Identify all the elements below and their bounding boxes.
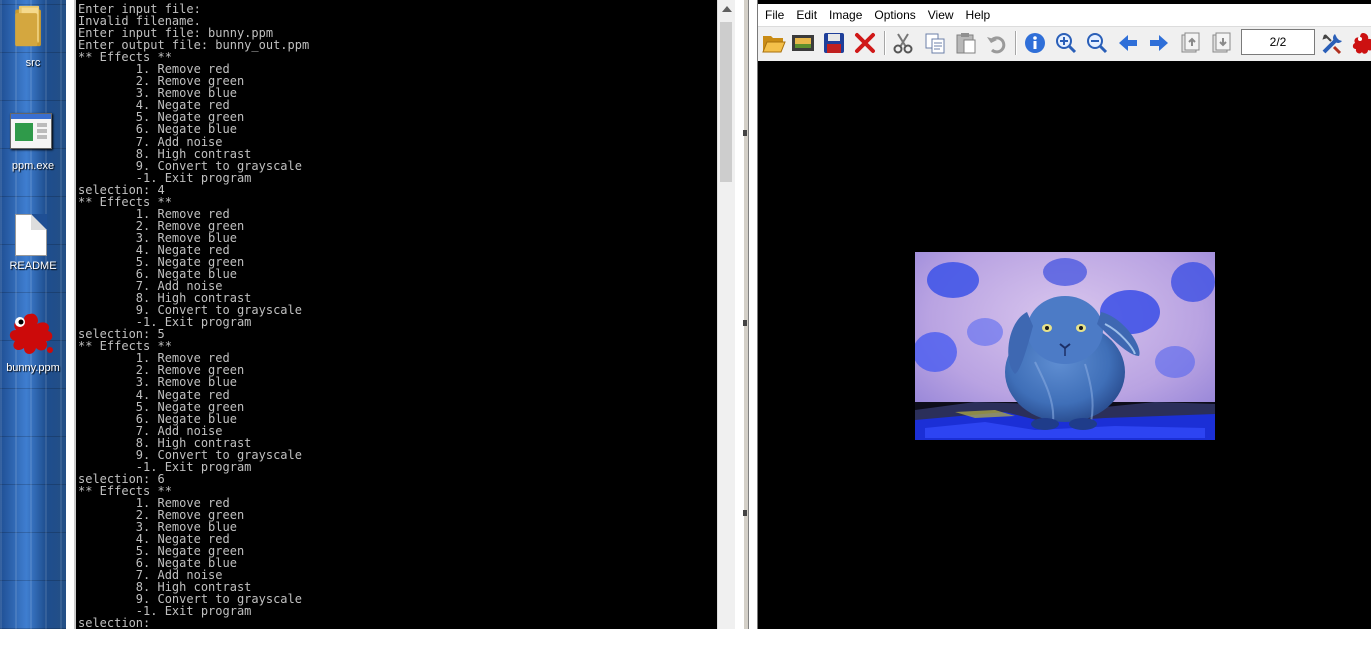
scrollbar-thumb[interactable] [720, 22, 732, 182]
menu-file[interactable]: File [758, 4, 790, 26]
copy-icon [925, 33, 945, 54]
open-folder-icon [762, 36, 786, 53]
delete-icon [855, 33, 875, 53]
paint-splat-icon [9, 313, 53, 354]
previous-arrow-icon [1119, 35, 1137, 51]
image-canvas[interactable] [758, 61, 1371, 629]
zoom-in-button[interactable] [1053, 30, 1079, 56]
page-indicator[interactable]: 2/2 [1241, 29, 1315, 55]
open-button[interactable] [761, 30, 787, 56]
desktop-icon-label: src [25, 57, 41, 69]
console-scrollbar[interactable] [717, 0, 735, 629]
application-icon [10, 113, 52, 149]
toolbar-separator [1015, 31, 1017, 55]
next-button[interactable] [1146, 30, 1172, 56]
console-window[interactable]: Enter input file: Invalid filename. Ente… [74, 0, 719, 629]
desktop-icon-label: README [9, 260, 57, 272]
toolbar: 2/2 [758, 26, 1371, 62]
window-divider [735, 0, 757, 629]
zoom-in-icon [1056, 33, 1077, 54]
menu-view[interactable]: View [922, 4, 960, 26]
desktop-background: src ppm.exe README bunny.ppm [0, 0, 66, 629]
menu-bar: File Edit Image Options View Help [758, 4, 1371, 26]
last-page-button[interactable] [1208, 30, 1234, 56]
delete-button[interactable] [852, 30, 878, 56]
menu-image[interactable]: Image [823, 4, 868, 26]
toolbar-separator [884, 31, 886, 55]
slideshow-icon [792, 35, 814, 51]
image-viewer-window: File Edit Image Options View Help 2/2 [757, 0, 1371, 629]
folder-icon [15, 5, 41, 47]
window-border [743, 0, 749, 629]
bunny-negated-image [915, 252, 1215, 440]
zoom-out-button[interactable] [1084, 30, 1110, 56]
menu-help[interactable]: Help [960, 4, 997, 26]
exit-button[interactable] [1350, 30, 1371, 56]
settings-icon [1322, 34, 1342, 55]
undo-icon [987, 36, 1006, 54]
slideshow-button[interactable] [790, 30, 816, 56]
next-arrow-icon [1150, 35, 1168, 51]
previous-button[interactable] [1115, 30, 1141, 56]
bottom-edge [0, 629, 1371, 652]
console-output: Enter input file: Invalid filename. Ente… [78, 2, 310, 629]
undo-button[interactable] [984, 30, 1010, 56]
menu-options[interactable]: Options [868, 4, 921, 26]
info-icon [1025, 33, 1045, 53]
border-grip [743, 320, 747, 326]
paste-icon [956, 33, 976, 54]
last-page-icon [1212, 32, 1231, 53]
first-page-icon [1181, 32, 1200, 53]
cut-icon [893, 33, 913, 54]
info-button[interactable] [1022, 30, 1048, 56]
text-file-icon [15, 214, 47, 256]
desktop-icon-label: bunny.ppm [6, 362, 60, 374]
exit-icon [1352, 33, 1371, 54]
first-page-button[interactable] [1177, 30, 1203, 56]
menu-edit[interactable]: Edit [790, 4, 823, 26]
zoom-out-icon [1087, 33, 1108, 54]
border-grip [743, 510, 747, 516]
cut-button[interactable] [890, 30, 916, 56]
desktop-icon-label: ppm.exe [11, 160, 55, 172]
save-button[interactable] [821, 30, 847, 56]
save-icon [824, 33, 844, 53]
settings-button[interactable] [1320, 30, 1346, 56]
scroll-up-arrow-icon[interactable] [722, 6, 732, 12]
copy-button[interactable] [922, 30, 948, 56]
border-grip [743, 130, 747, 136]
paste-button[interactable] [953, 30, 979, 56]
